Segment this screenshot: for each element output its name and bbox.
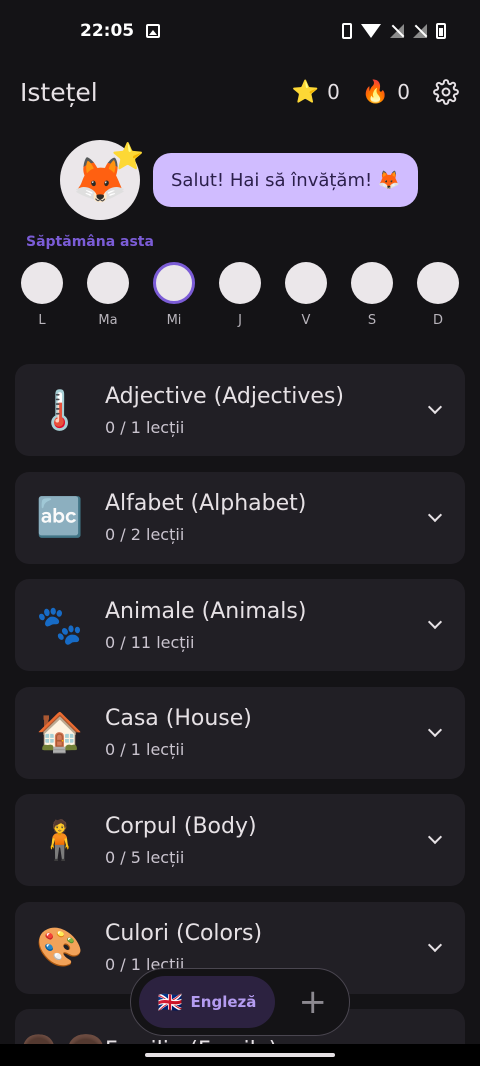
- streak-counter: 🔥 0: [362, 80, 410, 105]
- expand-button[interactable]: [405, 937, 465, 952]
- greeting-bubble: Salut! Hai să învățăm! 🦊: [153, 153, 419, 207]
- stars-count: 0: [327, 80, 340, 104]
- day-circle: [219, 262, 261, 304]
- category-card[interactable]: 🔤 Alfabet (Alphabet) 0 / 2 lecții: [15, 471, 465, 564]
- streak-count: 0: [397, 80, 410, 104]
- star-icon: ⭐: [291, 79, 320, 105]
- day-circle: [87, 262, 129, 304]
- day-circle: [153, 262, 195, 304]
- chevron-down-icon: [427, 399, 443, 415]
- app-actions: ⭐ 0 🔥 0: [292, 78, 460, 106]
- category-card[interactable]: 🐾 Animale (Animals) 0 / 11 lecții: [15, 579, 465, 671]
- category-icon: 🏠: [36, 710, 84, 754]
- category-progress: 0 / 1 lecții: [105, 740, 185, 759]
- chevron-down-icon: [427, 722, 443, 737]
- day-circle: [21, 262, 63, 304]
- category-progress: 0 / 1 lecții: [105, 417, 185, 437]
- fox-avatar: 🦊 ⭐: [60, 140, 144, 220]
- category-progress: 0 / 2 lecții: [105, 525, 185, 544]
- signal-icon-2: [413, 24, 427, 38]
- category-icon: 🐾: [36, 602, 84, 647]
- home-handle[interactable]: [145, 1053, 335, 1057]
- category-list: 🌡️ Adjective (Adjectives) 0 / 1 lecții 🔤 Alf…: [15, 364, 465, 1066]
- day-circle: [285, 262, 327, 304]
- expand-button[interactable]: [405, 829, 465, 845]
- category-text: Casa (House) 0 / 1 lecții: [105, 706, 405, 759]
- day-4: V: [284, 262, 328, 328]
- category-title: Adjective (Adjectives): [105, 383, 344, 409]
- clock: 22:05: [80, 21, 135, 41]
- category-title: Culori (Colors): [105, 921, 263, 946]
- category-title: Corpul (Body): [105, 813, 257, 839]
- category-text: Adjective (Adjectives) 0 / 1 lecții: [105, 384, 405, 437]
- expand-button[interactable]: [405, 614, 465, 630]
- vibrate-icon: [342, 23, 352, 39]
- gesture-bar: [0, 1044, 480, 1066]
- day-label: Mi: [166, 313, 182, 328]
- category-title: Animale (Animals): [105, 598, 307, 624]
- add-language-button[interactable]: +: [299, 985, 328, 1019]
- category-icon: 🌡️: [36, 387, 84, 432]
- chevron-down-icon: [427, 614, 443, 630]
- fire-icon: 🔥: [361, 79, 390, 105]
- mascot-row: 🦊 ⭐ Salut! Hai să învățăm! 🦊: [60, 140, 419, 220]
- category-card[interactable]: 🏠 Casa (House) 0 / 1 lecții: [15, 686, 465, 779]
- day-label: S: [367, 313, 377, 328]
- signal-icon: [390, 24, 404, 38]
- day-0: L: [20, 262, 64, 328]
- gear-icon: [433, 79, 459, 105]
- language-name: Engleză: [190, 993, 257, 1011]
- category-title: Alfabet (Alphabet): [105, 491, 307, 516]
- day-label: J: [238, 313, 242, 328]
- category-progress: 0 / 11 lecții: [105, 632, 195, 652]
- day-1: Ma: [86, 262, 130, 328]
- language-chip[interactable]: 🇬🇧 Engleză: [139, 976, 275, 1028]
- day-label: V: [301, 313, 311, 328]
- week-label: Săptămâna asta: [26, 234, 154, 250]
- day-circle: [351, 262, 393, 304]
- category-text: Alfabet (Alphabet) 0 / 2 lecții: [105, 491, 405, 544]
- app-bar: Istețel ⭐ 0 🔥 0: [0, 70, 480, 114]
- expand-button[interactable]: [405, 722, 465, 737]
- day-3: J: [218, 262, 262, 328]
- day-2: Mi: [152, 262, 196, 328]
- chevron-down-icon: [427, 829, 443, 845]
- image-notification-icon: [146, 24, 161, 38]
- category-text: Culori (Colors) 0 / 1 lecții: [105, 921, 405, 974]
- expand-button[interactable]: [405, 399, 465, 415]
- stars-counter: ⭐ 0: [292, 80, 340, 105]
- day-circle: [417, 262, 459, 304]
- language-switcher: 🇬🇧 Engleză +: [130, 968, 350, 1036]
- expand-button[interactable]: [405, 507, 465, 522]
- day-5: S: [350, 262, 394, 328]
- category-icon: 🔤: [36, 495, 84, 539]
- system-status-icons: [342, 23, 446, 39]
- status-bar: 22:05: [0, 0, 480, 62]
- category-card[interactable]: 🧍 Corpul (Body) 0 / 5 lecții: [15, 794, 465, 886]
- settings-button[interactable]: [432, 78, 460, 106]
- category-icon: 🧍: [36, 817, 84, 862]
- day-label: Ma: [98, 313, 118, 328]
- star-badge-icon: ⭐: [111, 142, 144, 172]
- chevron-down-icon: [427, 507, 443, 522]
- day-6: D: [416, 262, 460, 328]
- category-progress: 0 / 5 lecții: [105, 847, 185, 867]
- category-text: Animale (Animals) 0 / 11 lecții: [105, 599, 405, 652]
- battery-icon: [436, 23, 446, 39]
- category-card[interactable]: 🌡️ Adjective (Adjectives) 0 / 1 lecții: [15, 364, 465, 456]
- wifi-icon: [361, 24, 381, 38]
- app-title: Istețel: [20, 77, 98, 107]
- category-title: Casa (House): [105, 706, 252, 731]
- week-tracker: L Ma Mi J V S D: [20, 262, 460, 328]
- chevron-down-icon: [427, 937, 443, 952]
- category-icon: 🎨: [36, 925, 84, 969]
- category-text: Corpul (Body) 0 / 5 lecții: [105, 814, 405, 867]
- uk-flag-icon: 🇬🇧: [157, 990, 183, 1014]
- day-label: L: [38, 313, 46, 328]
- day-label: D: [432, 313, 443, 328]
